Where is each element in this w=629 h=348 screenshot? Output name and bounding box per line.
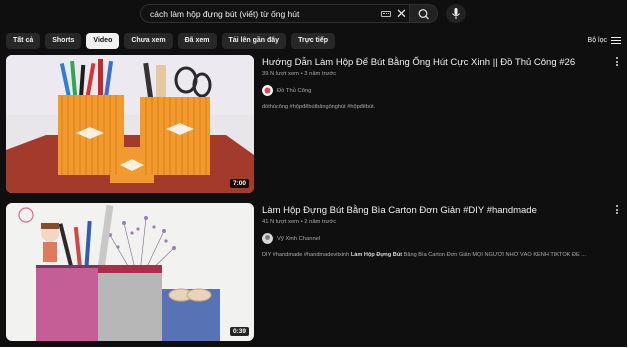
channel-name[interactable]: Đồ Thủ Công [277, 88, 311, 94]
video-thumbnail[interactable]: 0:39 [6, 203, 254, 341]
voice-search-button[interactable] [446, 4, 466, 23]
video-meta: 41 N lượt xem • 2 năm trước [262, 219, 337, 225]
microphone-icon [452, 8, 460, 19]
video-details: Làm Hộp Đựng Bút Bằng Bìa Carton Đơn Giả… [262, 205, 612, 258]
filter-chips: Tất cả Shorts Video Chưa xem Đã xem Tải … [6, 33, 336, 49]
chip-watched[interactable]: Đã xem [177, 33, 217, 49]
video-details: Hướng Dẫn Làm Hộp Để Bút Bằng Ống Hút Cự… [262, 57, 612, 110]
chip-shorts[interactable]: Shorts [45, 33, 82, 49]
video-description: đồthủcông #hộpđểbútbằngốnghút #hộpđểbút. [262, 104, 376, 110]
thumbnail-image [6, 55, 254, 193]
channel-avatar[interactable] [262, 85, 273, 96]
chip-unwatched[interactable]: Chưa xem [124, 33, 173, 49]
more-vert-icon [616, 57, 618, 59]
video-description: DIY #handmade #handmadevitxinh Làm Hộp Đ… [262, 252, 586, 258]
video-title[interactable]: Hướng Dẫn Làm Hộp Để Bút Bằng Ống Hút Cự… [262, 57, 612, 69]
search-button[interactable] [410, 4, 438, 23]
more-vert-icon [616, 205, 618, 207]
channel-name[interactable]: Vỹ Xinh Channel [277, 236, 320, 242]
more-actions-button[interactable] [616, 57, 619, 68]
description-highlight: Làm Hộp Đựng Bút [350, 252, 403, 258]
channel-row[interactable]: Vỹ Xinh Channel [262, 233, 612, 244]
clear-search-icon[interactable]: ✕ [396, 6, 407, 22]
filters-button[interactable]: Bộ lọc [588, 36, 621, 44]
channel-avatar[interactable] [262, 233, 273, 244]
video-duration: 0:39 [229, 327, 249, 336]
search-box[interactable]: cách làm hộp đựng bút (viết) từ ống hút … [140, 4, 410, 23]
youtube-results-page: cách làm hộp đựng bút (viết) từ ống hút … [0, 0, 627, 347]
chip-live[interactable]: Trực tiếp [291, 33, 336, 49]
chip-recently-uploaded[interactable]: Tải lên gần đây [221, 33, 287, 49]
upload-age: 3 năm trước [304, 71, 337, 77]
filters-label: Bộ lọc [587, 36, 607, 44]
view-count: 39 N lượt xem [262, 71, 299, 77]
video-meta: 39 N lượt xem • 3 năm trước [262, 71, 337, 77]
more-actions-button[interactable] [616, 205, 619, 216]
view-count: 41 N lượt xem [262, 219, 299, 225]
search-icon [418, 9, 429, 20]
video-thumbnail[interactable]: 7:00 [6, 55, 254, 193]
sliders-icon [611, 36, 621, 44]
video-duration: 7:00 [229, 179, 249, 188]
channel-row[interactable]: Đồ Thủ Công [262, 85, 612, 96]
chip-video[interactable]: Video [86, 33, 120, 49]
chip-all[interactable]: Tất cả [6, 33, 41, 49]
search-input[interactable]: cách làm hộp đựng bút (viết) từ ống hút [150, 9, 299, 19]
thumbnail-image [6, 203, 254, 341]
keyboard-icon[interactable] [381, 11, 391, 17]
upload-age: 2 năm trước [304, 219, 337, 225]
video-title[interactable]: Làm Hộp Đựng Bút Bằng Bìa Carton Đơn Giả… [262, 205, 612, 217]
